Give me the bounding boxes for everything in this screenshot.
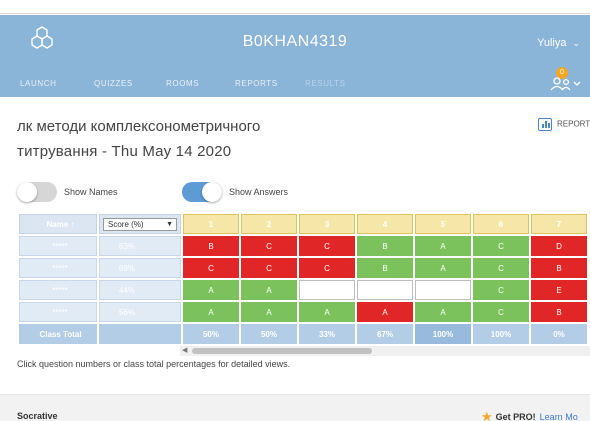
- student-score: 56%: [99, 302, 181, 322]
- class-total-q3[interactable]: 33%: [299, 324, 355, 344]
- class-total-q2[interactable]: 50%: [241, 324, 297, 344]
- answer-cell[interactable]: [357, 280, 413, 300]
- room-name: B0KHAN4319: [242, 33, 348, 50]
- answer-cell[interactable]: A: [415, 302, 471, 322]
- class-total-label: Class Total: [19, 324, 97, 344]
- answer-cell[interactable]: C: [299, 236, 355, 256]
- student-name: *****: [19, 236, 97, 256]
- score-column-header[interactable]: Score (%) ▼: [99, 214, 181, 234]
- table-row: ***** 69% C C C B A C B: [19, 258, 587, 278]
- nav-results[interactable]: RESULTS: [305, 79, 346, 88]
- get-pro-label: Get PRO!: [495, 412, 536, 421]
- answer-cell[interactable]: A: [241, 280, 297, 300]
- answer-cell[interactable]: B: [531, 258, 587, 278]
- browser-top-strip: [0, 0, 590, 14]
- scroll-left-icon[interactable]: ◀: [182, 346, 187, 354]
- show-names-knob[interactable]: [17, 182, 37, 202]
- answer-cell[interactable]: B: [531, 302, 587, 322]
- answer-cell[interactable]: [299, 280, 355, 300]
- answer-cell[interactable]: A: [183, 280, 239, 300]
- get-pro: ★ Get PRO! Learn Mo: [481, 409, 578, 421]
- answer-cell[interactable]: A: [299, 302, 355, 322]
- answer-cell[interactable]: C: [241, 236, 297, 256]
- student-name: *****: [19, 302, 97, 322]
- answer-cell[interactable]: A: [415, 258, 471, 278]
- quiz-title-line2: титрування - Thu May 14 2020: [17, 143, 232, 160]
- answer-cell[interactable]: [415, 280, 471, 300]
- answer-cell[interactable]: C: [241, 258, 297, 278]
- answer-cell[interactable]: A: [357, 302, 413, 322]
- answer-cell[interactable]: B: [183, 236, 239, 256]
- user-name: Yuliya: [537, 37, 567, 49]
- class-total-spacer: [99, 324, 181, 344]
- answer-cell[interactable]: B: [357, 258, 413, 278]
- show-answers-label: Show Answers: [229, 187, 289, 197]
- question-header-6[interactable]: 6: [473, 214, 529, 234]
- answer-cell[interactable]: C: [473, 280, 529, 300]
- answer-cell[interactable]: A: [241, 302, 297, 322]
- student-name: *****: [19, 280, 97, 300]
- show-answers-knob[interactable]: [202, 182, 222, 202]
- class-total-q4[interactable]: 67%: [357, 324, 413, 344]
- answer-cell[interactable]: A: [183, 302, 239, 322]
- answer-cell[interactable]: C: [473, 302, 529, 322]
- score-sort-select[interactable]: Score (%) ▼: [103, 217, 177, 231]
- scrollbar-thumb[interactable]: [192, 348, 372, 354]
- question-header-7[interactable]: 7: [531, 214, 587, 234]
- score-select-label: Score (%): [108, 219, 144, 229]
- horizontal-scrollbar[interactable]: ◀: [180, 346, 590, 356]
- table-hint: Click question numbers or class total pe…: [17, 359, 291, 369]
- answer-cell[interactable]: D: [531, 236, 587, 256]
- rooms-cluster-icon: [550, 77, 581, 91]
- app-header: B0KHAN4319 Yuliya ⌄ LAUNCH QUIZZES ROOMS …: [0, 15, 590, 97]
- student-score: 44%: [99, 280, 181, 300]
- show-names-label: Show Names: [64, 187, 118, 197]
- answer-cell[interactable]: C: [473, 236, 529, 256]
- footer: Socrative ★ Get PRO! Learn Mo: [0, 394, 590, 421]
- student-score: 63%: [99, 236, 181, 256]
- answer-cell[interactable]: C: [183, 258, 239, 278]
- chevron-down-icon: ⌄: [572, 38, 580, 48]
- class-total-q5[interactable]: 100%: [415, 324, 471, 344]
- question-header-1[interactable]: 1: [183, 214, 239, 234]
- star-icon: ★: [481, 409, 493, 421]
- student-score: 69%: [99, 258, 181, 278]
- answer-cell[interactable]: B: [357, 236, 413, 256]
- question-header-2[interactable]: 2: [241, 214, 297, 234]
- footer-brand: Socrative: [17, 411, 58, 421]
- table-header-row: Name ↑ Score (%) ▼ 1 2 3 4 5 6 7: [19, 214, 587, 234]
- report-button[interactable]: REPORT: [538, 118, 590, 131]
- question-header-3[interactable]: 3: [299, 214, 355, 234]
- name-column-header[interactable]: Name ↑: [19, 214, 97, 234]
- nav-rooms[interactable]: ROOMS: [166, 79, 199, 88]
- question-header-4[interactable]: 4: [357, 214, 413, 234]
- quiz-title-line1: лк методи комплексонометричного: [17, 118, 261, 135]
- user-menu[interactable]: Yuliya ⌄: [537, 37, 580, 49]
- table-row: ***** 44% A A C E: [19, 280, 587, 300]
- class-total-q7[interactable]: 0%: [531, 324, 587, 344]
- report-chart-icon: [538, 118, 552, 131]
- class-total-q6[interactable]: 100%: [473, 324, 529, 344]
- answer-cell[interactable]: A: [415, 236, 471, 256]
- nav-quizzes[interactable]: QUIZZES: [94, 79, 133, 88]
- table-row: ***** 56% A A A A A C B: [19, 302, 587, 322]
- student-name: *****: [19, 258, 97, 278]
- class-total-q1[interactable]: 50%: [183, 324, 239, 344]
- dropdown-arrow-icon: ▼: [166, 220, 173, 228]
- nav-launch[interactable]: LAUNCH: [20, 79, 57, 88]
- results-table: Name ↑ Score (%) ▼ 1 2 3 4 5 6 7 ***** 63…: [17, 212, 589, 346]
- question-header-5[interactable]: 5: [415, 214, 471, 234]
- answer-cell[interactable]: C: [299, 258, 355, 278]
- table-row: ***** 63% B C C B A C D: [19, 236, 587, 256]
- report-label: REPORT: [557, 119, 590, 129]
- answer-cell[interactable]: E: [531, 280, 587, 300]
- answer-cell[interactable]: C: [473, 258, 529, 278]
- class-total-row: Class Total 50% 50% 33% 67% 100% 100% 0%: [19, 324, 587, 344]
- learn-more-link[interactable]: Learn Mo: [540, 412, 578, 421]
- notifications-button[interactable]: 0: [546, 67, 582, 93]
- nav-reports[interactable]: REPORTS: [235, 79, 278, 88]
